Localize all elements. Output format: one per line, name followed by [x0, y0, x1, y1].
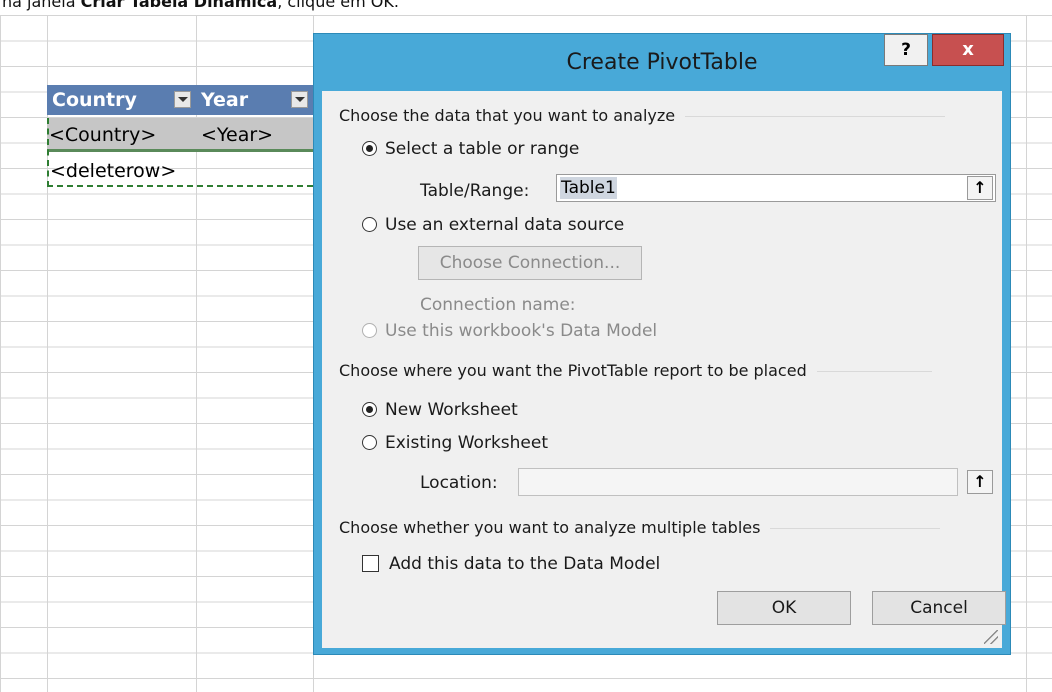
- header-year[interactable]: Year: [196, 85, 313, 115]
- radio-select-table-label: Select a table or range: [385, 139, 580, 159]
- section-data-label: Choose the data that you want to analyze: [339, 106, 676, 125]
- radio-existing-worksheet[interactable]: Existing Worksheet: [362, 433, 548, 453]
- cell-deleterow[interactable]: <deleterow>: [50, 154, 176, 188]
- radio-new-ws-label: New Worksheet: [385, 400, 518, 420]
- header-country-label: Country: [52, 89, 137, 111]
- table-range-label: Table/Range:: [420, 181, 529, 201]
- table-range-input[interactable]: Table1: [556, 174, 996, 202]
- table-range-label-text: Table/Range:: [420, 181, 530, 201]
- close-button[interactable]: x: [932, 34, 1004, 66]
- help-button[interactable]: ?: [884, 34, 928, 66]
- radio-external-source[interactable]: Use an external data source: [362, 215, 624, 235]
- radio-data-model[interactable]: Use this workbook's Data Model: [362, 321, 657, 341]
- radio-disabled-icon[interactable]: [362, 322, 377, 338]
- location-input[interactable]: [518, 468, 958, 496]
- table-range-collapse-icon[interactable]: ↑: [967, 176, 993, 200]
- caption-prefix: na janela: [2, 0, 81, 11]
- header-year-label: Year: [201, 89, 249, 111]
- dialog-titlebar[interactable]: Create PivotTable ? x: [314, 34, 1010, 92]
- radio-selected-icon[interactable]: [362, 401, 377, 417]
- resize-grip-icon[interactable]: [984, 630, 998, 644]
- instruction-caption: na janela Criar Tabela Dinâmica, clique …: [0, 0, 1052, 13]
- radio-select-table[interactable]: Select a table or range: [362, 139, 579, 159]
- connection-name-label: Connection name:: [420, 295, 576, 315]
- section-placement-heading: Choose where you want the PivotTable rep…: [339, 361, 932, 380]
- section-multiple-tables-label: Choose whether you want to analyze multi…: [339, 518, 761, 537]
- radio-existing-ws-label: Existing Worksheet: [385, 433, 549, 453]
- column-line: [47, 15, 48, 692]
- choose-connection-button[interactable]: Choose Connection...: [418, 246, 642, 280]
- add-to-data-model-label: Add this data to the Data Model: [389, 554, 661, 574]
- radio-data-model-label: Use this workbook's Data Model: [385, 321, 658, 341]
- divider: [685, 116, 946, 117]
- dialog-client: Choose the data that you want to analyze…: [322, 91, 1006, 648]
- location-label-text: Location:: [420, 473, 498, 493]
- radio-new-worksheet[interactable]: New Worksheet: [362, 400, 518, 420]
- header-country[interactable]: Country: [47, 85, 196, 115]
- divider: [770, 528, 941, 529]
- column-line: [1026, 15, 1027, 692]
- section-data-heading: Choose the data that you want to analyze: [339, 106, 946, 125]
- section-placement-label: Choose where you want the PivotTable rep…: [339, 361, 807, 380]
- add-to-data-model-checkbox[interactable]: Add this data to the Data Model: [362, 554, 660, 574]
- location-label: Location:: [420, 473, 498, 493]
- checkbox-icon[interactable]: [362, 554, 379, 572]
- filter-dropdown-icon[interactable]: [174, 91, 191, 108]
- caption-bold: Criar Tabela Dinâmica: [80, 0, 278, 11]
- radio-selected-icon[interactable]: [362, 140, 377, 156]
- filter-dropdown-icon[interactable]: [291, 91, 308, 108]
- table-range-value: Table1: [560, 177, 617, 199]
- cancel-button[interactable]: Cancel: [872, 591, 1006, 625]
- radio-unselected-icon[interactable]: [362, 216, 377, 232]
- radio-external-label: Use an external data source: [385, 215, 625, 235]
- ok-button[interactable]: OK: [717, 591, 851, 625]
- column-line: [196, 15, 197, 692]
- caption-suffix: , clique em OK.: [277, 0, 399, 11]
- section-multiple-tables-heading: Choose whether you want to analyze multi…: [339, 518, 941, 537]
- divider: [816, 371, 932, 372]
- radio-unselected-icon[interactable]: [362, 434, 377, 450]
- create-pivottable-dialog: Create PivotTable ? x Choose the data th…: [313, 33, 1011, 655]
- location-collapse-icon[interactable]: ↑: [967, 470, 993, 494]
